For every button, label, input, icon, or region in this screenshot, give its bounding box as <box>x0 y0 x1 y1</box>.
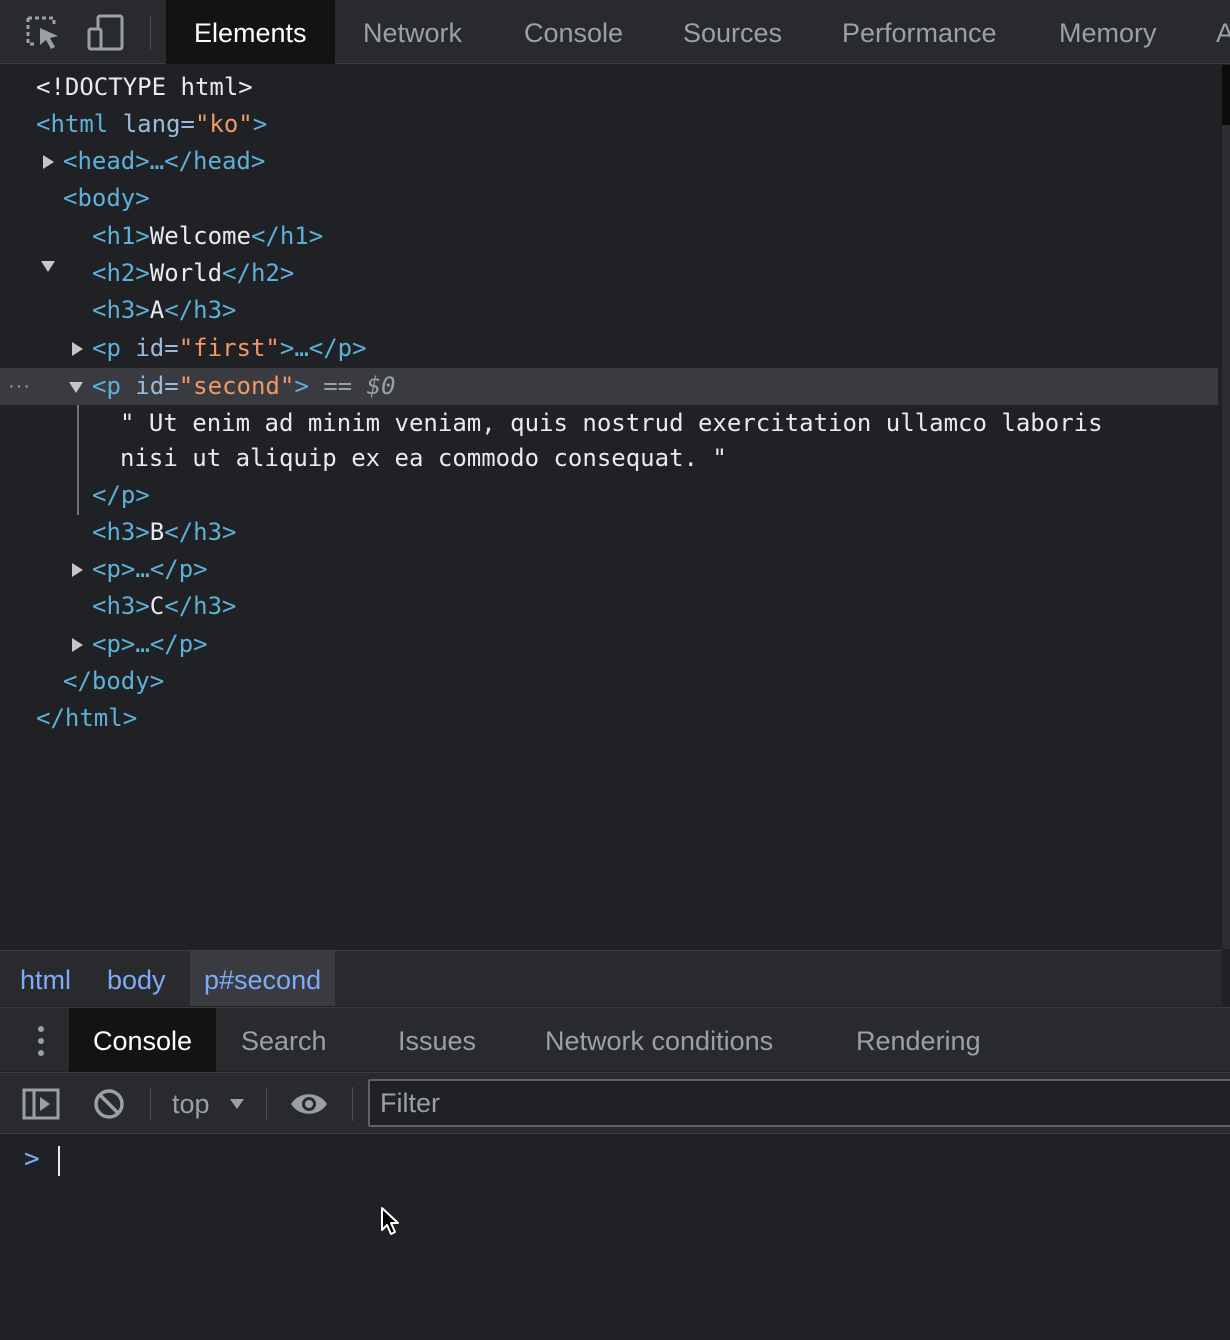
inspect-element-icon[interactable] <box>24 14 64 52</box>
row-more-dots[interactable]: ··· <box>8 368 31 405</box>
toolbar-separator <box>352 1087 353 1121</box>
h3-c-node[interactable]: <h3>C</h3> <box>92 588 237 625</box>
filter-input[interactable] <box>368 1079 1230 1127</box>
console-toolbar: top <box>0 1072 1230 1134</box>
breadcrumb-body[interactable]: body <box>107 951 166 1006</box>
body-close[interactable]: </body> <box>63 663 164 700</box>
eye-icon[interactable] <box>289 1091 329 1122</box>
elements-tree[interactable]: ··· <!DOCTYPE html> <html lang="ko"> <he… <box>0 65 1222 949</box>
h3-a-node[interactable]: <h3>A</h3> <box>92 292 237 329</box>
sidebar-toggle-icon[interactable] <box>22 1087 60 1126</box>
drawer-tab-console[interactable]: Console <box>69 1008 217 1072</box>
tree-scrollbar-thumb[interactable] <box>1222 65 1230 125</box>
doctype-node[interactable]: <!DOCTYPE html> <box>36 69 253 106</box>
tab-network[interactable]: Network <box>363 0 462 64</box>
head-node[interactable]: <head>…</head> <box>63 143 265 180</box>
clear-console-icon[interactable] <box>92 1087 126 1126</box>
drawer-tab-issues[interactable]: Issues <box>398 1008 476 1072</box>
text-caret <box>58 1146 60 1176</box>
toolbar-separator <box>150 16 151 50</box>
h1-node[interactable]: <h1>Welcome</h1> <box>92 218 323 255</box>
console-output[interactable] <box>0 1134 1230 1340</box>
tab-console[interactable]: Console <box>524 0 623 64</box>
console-prompt: > <box>24 1144 40 1174</box>
tree-scrollbar[interactable] <box>1222 65 1230 949</box>
html-node[interactable]: <html lang="ko"> <box>36 106 267 143</box>
chevron-down-icon[interactable] <box>230 1099 244 1109</box>
p-second-close[interactable]: </p> <box>92 477 150 514</box>
toolbar-separator <box>266 1087 267 1121</box>
body-node[interactable]: <body> <box>63 180 150 217</box>
h3-b-node[interactable]: <h3>B</h3> <box>92 514 237 551</box>
tab-memory[interactable]: Memory <box>1059 0 1157 64</box>
toolbar-separator <box>150 1087 151 1121</box>
p-c-node[interactable]: <p>…</p> <box>92 626 208 663</box>
tab-performance[interactable]: Performance <box>842 0 997 64</box>
mouse-pointer-icon <box>380 1206 402 1241</box>
more-tools-icon[interactable] <box>38 1026 46 1062</box>
breadcrumb-html[interactable]: html <box>20 951 71 1006</box>
text-node-line-2[interactable]: nisi ut aliquip ex ea commodo consequat.… <box>120 440 727 477</box>
breadcrumb: html body p#second <box>0 950 1222 1006</box>
tab-overflow[interactable]: A <box>1216 0 1230 64</box>
expand-p-c-icon[interactable] <box>72 638 83 652</box>
p-second-node[interactable]: <p id="second"> == $0 <box>92 368 395 405</box>
p-b-node[interactable]: <p>…</p> <box>92 551 208 588</box>
breadcrumb-p-second[interactable]: p#second <box>190 951 336 1006</box>
expand-head-icon[interactable] <box>43 155 54 169</box>
drawer-tab-rendering[interactable]: Rendering <box>856 1008 981 1072</box>
device-toolbar-icon[interactable] <box>86 14 126 52</box>
collapse-p-second-icon[interactable] <box>69 382 83 393</box>
expand-p-first-icon[interactable] <box>72 342 83 356</box>
text-node-line-1[interactable]: " Ut enim ad minim veniam, quis nostrud … <box>120 405 1103 442</box>
children-guide-line <box>77 405 79 515</box>
collapse-body-icon[interactable] <box>41 261 55 272</box>
expand-p-b-icon[interactable] <box>72 563 83 577</box>
tab-sources[interactable]: Sources <box>683 0 782 64</box>
h2-node[interactable]: <h2>World</h2> <box>92 255 294 292</box>
drawer-tab-search[interactable]: Search <box>241 1008 327 1072</box>
tab-elements[interactable]: Elements <box>166 0 335 64</box>
html-close[interactable]: </html> <box>36 700 137 737</box>
p-first-node[interactable]: <p id="first">…</p> <box>92 330 367 367</box>
drawer-tab-network-conditions[interactable]: Network conditions <box>545 1008 773 1072</box>
devtools-toolbar: Elements Network Console Sources Perform… <box>0 0 1230 64</box>
context-selector[interactable]: top <box>172 1073 210 1135</box>
drawer-tabbar: Console Search Issues Network conditions… <box>0 1007 1230 1072</box>
